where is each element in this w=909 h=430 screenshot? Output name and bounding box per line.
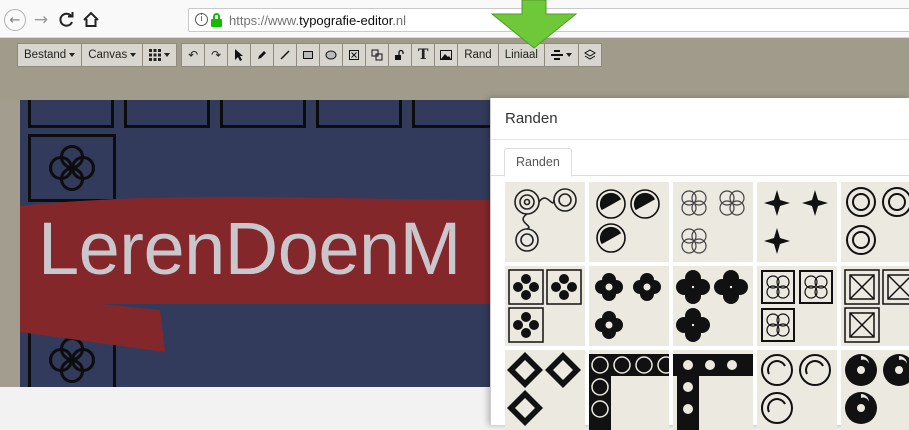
layers-icon[interactable] <box>577 43 602 67</box>
banner-text[interactable]: LerenDoenM <box>38 206 461 291</box>
caret-down-icon <box>69 53 76 57</box>
border-option-dot-band[interactable] <box>673 350 753 430</box>
border-option-framed-outline[interactable] <box>757 266 837 346</box>
tab-borders[interactable]: Randen <box>504 148 572 177</box>
panel-header: Randen <box>491 98 909 140</box>
canvas-menu-button[interactable]: Canvas <box>81 43 144 67</box>
border-option-circle-chain[interactable] <box>589 350 669 430</box>
file-menu-label: Bestand <box>24 49 67 61</box>
grid-menu-button[interactable] <box>142 43 178 67</box>
unlock-icon[interactable] <box>388 43 413 67</box>
file-menu-button[interactable]: Bestand <box>17 43 83 67</box>
border-option-bold-quatrefoil[interactable] <box>589 266 669 346</box>
text-tool-icon[interactable]: T <box>411 43 436 67</box>
url-text[interactable]: https://www.typografie-editor.nl <box>229 13 406 28</box>
forward-icon[interactable]: → <box>30 9 52 31</box>
border-option-scroll[interactable] <box>757 350 837 430</box>
frame-icon[interactable] <box>342 43 367 67</box>
lock-icon <box>211 13 222 27</box>
align-icon <box>550 50 563 60</box>
canvas-menu-label: Canvas <box>88 49 128 61</box>
redo-icon[interactable]: ↷ <box>204 43 229 67</box>
caret-down-icon <box>164 53 171 57</box>
design-canvas[interactable]: LerenDoenM <box>20 100 490 387</box>
border-option-outline-flower[interactable] <box>673 182 753 262</box>
border-button-label: Rand <box>464 49 492 61</box>
text-tool-label: T <box>417 47 429 63</box>
border-option-black-clover[interactable] <box>673 266 753 346</box>
browser-toolbar: ← → i https://www.typografie-editor.nl <box>0 0 909 38</box>
info-icon[interactable]: i <box>195 13 208 26</box>
borders-panel: Randen Randen <box>490 98 909 430</box>
caret-down-icon <box>565 53 572 57</box>
border-option-diamond-tile[interactable] <box>505 350 585 430</box>
url-tld: .nl <box>392 13 407 28</box>
url-host: typografie-editor <box>299 13 393 28</box>
home-icon[interactable] <box>80 9 102 31</box>
border-option-flower-square[interactable] <box>505 266 585 346</box>
border-option-spiral[interactable] <box>505 182 585 262</box>
editor-app: Bestand Canvas ↶ ↷ T Rand Liniaal LerenD… <box>0 38 909 430</box>
border-option-tile-square[interactable] <box>841 266 909 346</box>
url-scheme: https://www. <box>229 13 300 28</box>
back-icon[interactable]: ← <box>4 9 26 31</box>
select-pointer-icon[interactable] <box>227 43 252 67</box>
border-option-swirl-circle[interactable] <box>589 182 669 262</box>
panel-tabs: Randen <box>491 140 909 177</box>
border-option-triskele[interactable] <box>841 350 909 430</box>
image-icon[interactable] <box>434 43 459 67</box>
ruler-button-label: Liniaal <box>504 49 538 61</box>
border-option-star-cross[interactable] <box>757 182 837 262</box>
caret-down-icon <box>130 53 137 57</box>
grid-icon <box>149 49 162 61</box>
arrow-down-icon <box>490 0 578 49</box>
border-option-rosette[interactable] <box>841 182 909 262</box>
ellipse-icon[interactable] <box>319 43 344 67</box>
line-icon[interactable] <box>273 43 298 67</box>
undo-icon[interactable]: ↶ <box>181 43 206 67</box>
pen-icon[interactable] <box>250 43 275 67</box>
panel-title: Randen <box>505 110 558 127</box>
rectangle-icon[interactable] <box>296 43 321 67</box>
reload-icon[interactable] <box>56 9 78 31</box>
group-icon[interactable] <box>365 43 390 67</box>
